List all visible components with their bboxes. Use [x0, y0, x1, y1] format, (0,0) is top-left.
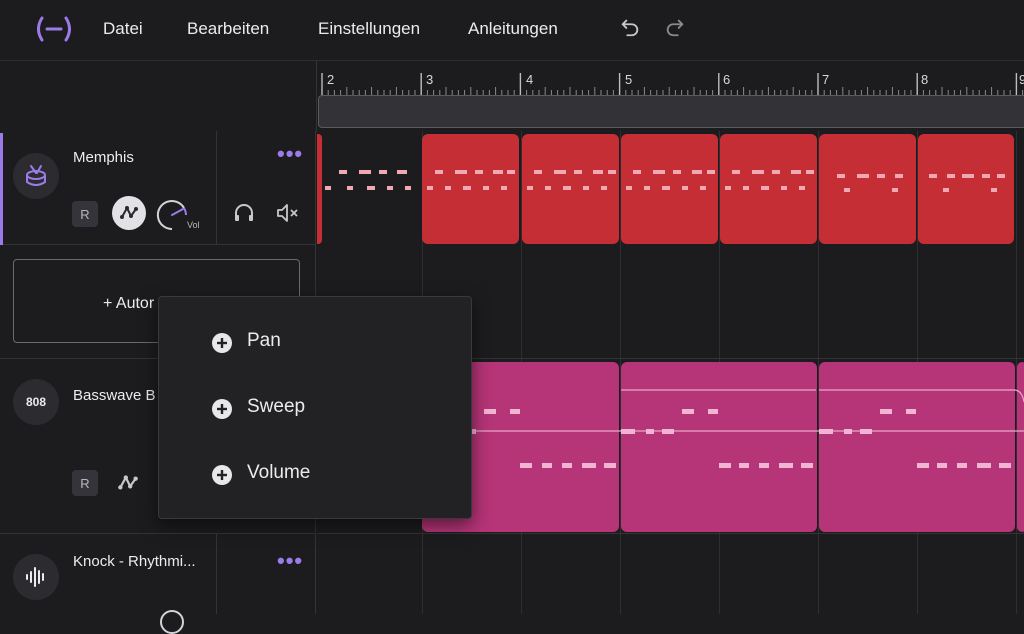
more-options-icon[interactable]: •••	[277, 550, 303, 572]
ruler-label-5: 5	[625, 72, 633, 87]
ruler-label-6: 6	[723, 72, 731, 87]
undo-icon[interactable]	[619, 16, 641, 38]
redo-icon[interactable]	[664, 16, 686, 38]
loop-region-bar[interactable]	[318, 95, 1024, 128]
record-arm-button[interactable]: R	[72, 470, 98, 496]
automation-icon[interactable]	[116, 471, 140, 495]
track-name[interactable]: Knock - Rhythmi...	[73, 553, 196, 570]
track-name[interactable]: Basswave B	[73, 387, 156, 404]
bass-automation-line	[422, 389, 1024, 468]
drum-icon	[13, 153, 59, 199]
automation-toggle-button[interactable]	[112, 196, 146, 230]
more-options-icon[interactable]: •••	[277, 143, 303, 165]
track-divider	[317, 533, 1024, 534]
ruler-label-2: 2	[327, 72, 335, 87]
menu-bar: Datei Bearbeiten Einstellungen Anleitung…	[0, 0, 1024, 61]
record-arm-button[interactable]: R	[72, 201, 98, 227]
automation-option-pan[interactable]: Pan	[247, 330, 281, 352]
menu-datei[interactable]: Datei	[103, 19, 143, 39]
divider	[216, 131, 217, 245]
automation-icon	[120, 206, 138, 219]
add-automation-label: + Autor	[103, 295, 155, 312]
divider	[216, 534, 217, 614]
menu-einstellungen[interactable]: Einstellungen	[318, 19, 420, 39]
volume-label: Vol	[187, 220, 200, 230]
ruler-label-7: 7	[822, 72, 830, 87]
timeline-ruler[interactable]	[317, 61, 1024, 95]
808-icon: 808	[13, 379, 59, 425]
ruler-label-9: 9	[1019, 72, 1024, 87]
ruler-label-4: 4	[526, 72, 534, 87]
track-selected-indicator	[0, 133, 3, 245]
ruler-label-3: 3	[426, 72, 434, 87]
plus-circle-icon	[212, 465, 232, 485]
bracket-dash-logo-icon[interactable]	[34, 16, 74, 42]
ruler-label-8: 8	[921, 72, 929, 87]
waveform-icon	[13, 554, 59, 600]
ruler-ticks	[321, 73, 1024, 95]
volume-knob[interactable]	[155, 198, 189, 232]
drum-note-pattern	[325, 170, 1005, 192]
track-list-header	[0, 61, 317, 132]
automation-option-sweep[interactable]: Sweep	[247, 396, 305, 418]
plus-circle-icon	[212, 399, 232, 419]
menu-bearbeiten[interactable]: Bearbeiten	[187, 19, 269, 39]
mute-icon[interactable]	[275, 201, 301, 225]
track-knock[interactable]: Knock - Rhythmi... •••	[0, 534, 316, 634]
track-memphis[interactable]: Memphis ••• R Vol	[0, 131, 316, 245]
plus-circle-icon	[212, 333, 232, 353]
menu-anleitungen[interactable]: Anleitungen	[468, 19, 558, 39]
headphones-icon[interactable]	[232, 201, 256, 225]
track-name[interactable]: Memphis	[73, 149, 134, 166]
automation-option-volume[interactable]: Volume	[247, 462, 310, 484]
automation-menu: Pan Sweep Volume	[158, 296, 472, 519]
